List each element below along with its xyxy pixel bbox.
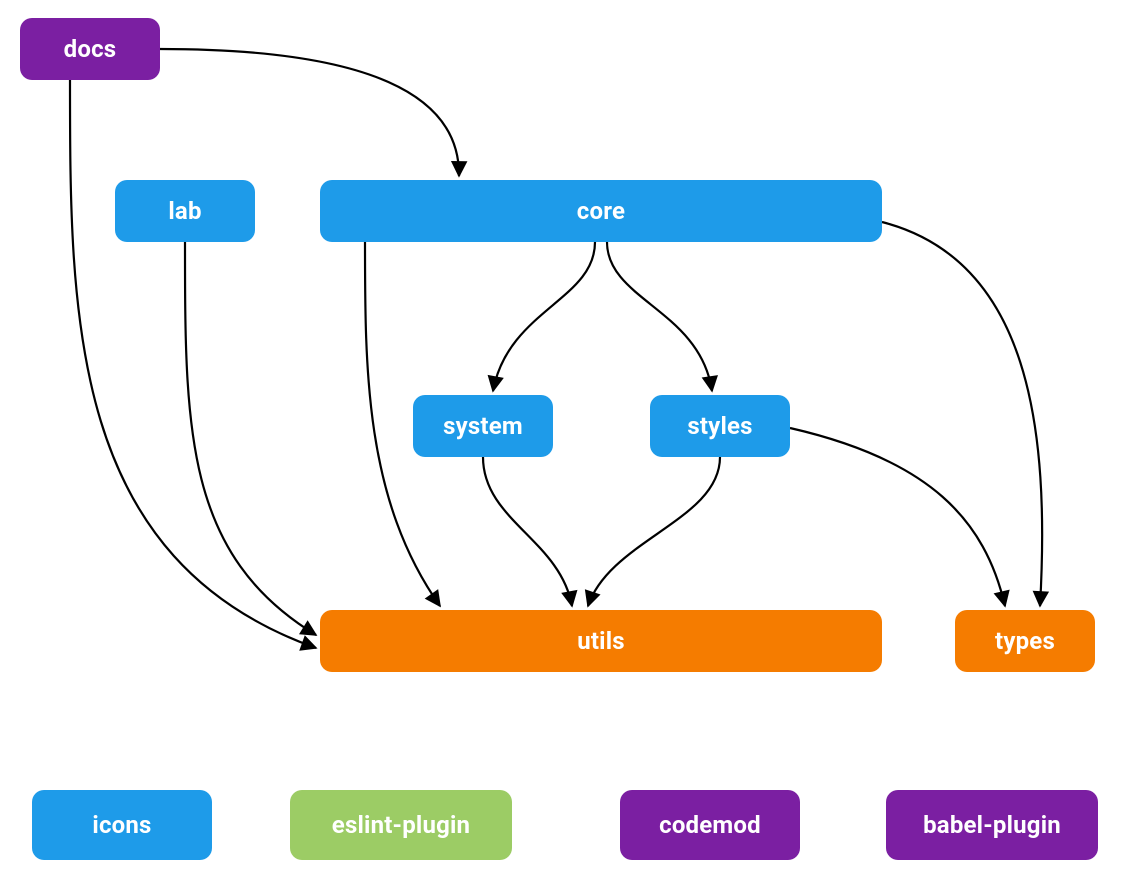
node-label: lab [168, 197, 201, 225]
node-babel-plugin: babel-plugin [886, 790, 1098, 860]
node-icons: icons [32, 790, 212, 860]
node-lab: lab [115, 180, 255, 242]
diagram-canvas: docs lab core system styles utils types … [0, 0, 1132, 894]
node-codemod: codemod [620, 790, 800, 860]
edge-system-utils [483, 457, 572, 606]
edge-core-styles [607, 242, 712, 391]
edge-core-types [882, 222, 1042, 606]
node-utils: utils [320, 610, 882, 672]
edge-core-system [493, 242, 595, 391]
node-core: core [320, 180, 882, 242]
edge-styles-utils [588, 457, 720, 606]
node-label: icons [92, 811, 151, 839]
node-label: utils [577, 627, 625, 655]
node-label: babel-plugin [923, 811, 1061, 839]
edge-docs-core [160, 49, 459, 176]
node-label: codemod [659, 811, 761, 839]
node-label: core [577, 197, 625, 225]
edge-layer [0, 0, 1132, 894]
node-label: eslint-plugin [332, 811, 470, 839]
node-eslint-plugin: eslint-plugin [290, 790, 512, 860]
node-label: docs [64, 35, 117, 63]
node-label: types [995, 627, 1055, 655]
node-system: system [413, 395, 553, 457]
node-docs: docs [20, 18, 160, 80]
edge-styles-types [790, 428, 1005, 606]
edge-docs-utils [70, 80, 316, 648]
node-types: types [955, 610, 1095, 672]
node-label: system [443, 412, 523, 440]
node-label: styles [687, 412, 752, 440]
node-styles: styles [650, 395, 790, 457]
edge-lab-utils [185, 242, 316, 635]
